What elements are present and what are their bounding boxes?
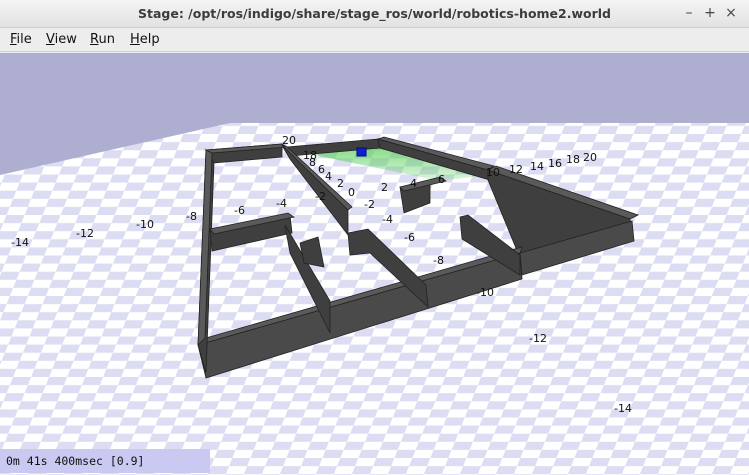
tick-label: 2 xyxy=(337,177,344,190)
close-button[interactable]: × xyxy=(722,4,740,22)
menu-help-label: elp xyxy=(139,32,160,47)
tick-label: 4 xyxy=(410,177,417,190)
minimize-button[interactable]: – xyxy=(680,4,698,22)
tick-label: 6 xyxy=(438,173,445,186)
window-title: Stage: /opt/ros/indigo/share/stage_ros/w… xyxy=(137,6,612,21)
tick-label: -6 xyxy=(234,204,245,217)
tick-label: 8 xyxy=(309,156,316,169)
menu-help[interactable]: Help xyxy=(128,31,162,48)
title-bar[interactable]: Stage: /opt/ros/indigo/share/stage_ros/w… xyxy=(0,0,749,28)
tick-label: -6 xyxy=(404,231,415,244)
tick-label: 6 xyxy=(318,163,325,176)
tick-label: -14 xyxy=(11,236,29,249)
simulation-viewport[interactable]: 20 18 8 6 4 2 0 2 4 6 10 12 14 16 18 20 … xyxy=(0,53,749,475)
tick-label: -2 xyxy=(315,190,326,203)
tick-label: 2 xyxy=(381,181,388,194)
tick-label: -8 xyxy=(433,254,444,267)
tick-label: 20 xyxy=(282,134,296,147)
menu-help-mnemonic: H xyxy=(130,32,140,47)
tick-label: -8 xyxy=(186,210,197,223)
maximize-button[interactable]: + xyxy=(701,4,719,22)
tick-label: -10 xyxy=(136,218,154,231)
robot-icon[interactable] xyxy=(356,147,367,157)
tick-label: 20 xyxy=(583,151,597,164)
tick-label: -12 xyxy=(529,332,547,345)
tick-label: -4 xyxy=(382,213,393,226)
tick-label: -12 xyxy=(76,227,94,240)
tick-label: -4 xyxy=(276,197,287,210)
menu-run-label: un xyxy=(98,32,115,47)
tick-label: 12 xyxy=(509,163,523,176)
tick-label: 14 xyxy=(530,160,544,173)
menu-view[interactable]: View xyxy=(44,31,79,48)
status-bar: 0m 41s 400msec [0.9] xyxy=(0,449,210,473)
tick-label: 0 xyxy=(348,186,355,199)
menu-file-label: ile xyxy=(16,32,32,47)
menu-view-label: iew xyxy=(54,32,77,47)
tick-label: -10 xyxy=(476,286,494,299)
tick-label: 18 xyxy=(566,153,580,166)
menu-view-mnemonic: V xyxy=(46,32,55,47)
menu-file[interactable]: File xyxy=(8,31,34,48)
world-scene[interactable]: 20 18 8 6 4 2 0 2 4 6 10 12 14 16 18 20 … xyxy=(0,53,749,475)
tick-label: 10 xyxy=(486,166,500,179)
stage-window: Stage: /opt/ros/indigo/share/stage_ros/w… xyxy=(0,0,749,475)
menu-run[interactable]: Run xyxy=(88,31,117,48)
tick-label: 4 xyxy=(325,170,332,183)
tick-label: 16 xyxy=(548,157,562,170)
tick-label: -2 xyxy=(364,198,375,211)
tick-label: -14 xyxy=(614,402,632,415)
menu-bar: File View Run Help xyxy=(0,28,749,52)
simulation-time: 0m 41s 400msec [0.9] xyxy=(6,454,145,468)
